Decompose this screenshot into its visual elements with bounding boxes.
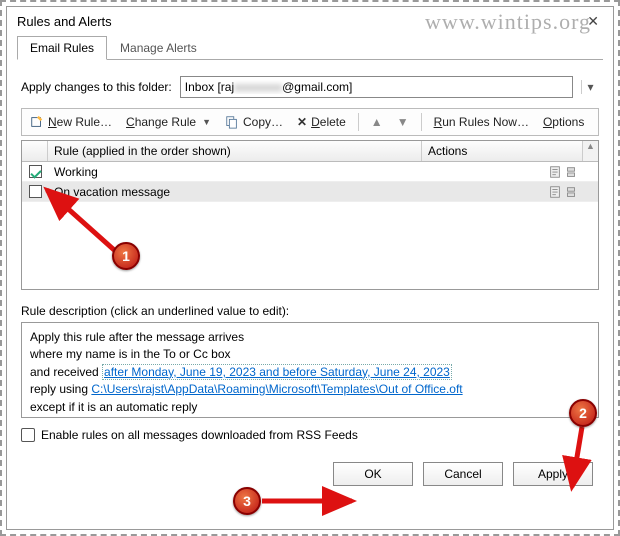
desc-line: and received after Monday, June 19, 2023…: [30, 364, 590, 381]
options-button[interactable]: Options: [541, 113, 586, 131]
rss-label: Enable rules on all messages downloaded …: [41, 428, 358, 442]
move-down-button[interactable]: ▼: [395, 113, 411, 131]
new-rule-icon: [30, 115, 44, 129]
rules-toolbar: New Rule… Change Rule▼ Copy… ✕ Delete ▲ …: [21, 108, 599, 136]
template-path-link[interactable]: C:\Users\rajst\AppData\Roaming\Microsoft…: [91, 382, 462, 396]
change-rule-button[interactable]: Change Rule▼: [124, 113, 213, 131]
table-row[interactable]: Working: [22, 162, 598, 182]
tab-manage-alerts[interactable]: Manage Alerts: [107, 36, 210, 60]
close-button[interactable]: ✕: [583, 13, 603, 30]
date-range-link[interactable]: after Monday, June 19, 2023 and before S…: [102, 364, 452, 380]
tab-strip: Email Rules Manage Alerts: [17, 36, 603, 60]
folder-combo-value: Inbox [rajxxxxxxxx@gmail.com]: [185, 80, 568, 94]
grid-header-rule[interactable]: Rule (applied in the order shown): [48, 141, 422, 161]
run-rules-now-button[interactable]: Run Rules Now…: [432, 113, 531, 131]
delete-button[interactable]: ✕ Delete: [295, 113, 348, 131]
copy-icon: [225, 115, 239, 129]
delete-icon: ✕: [297, 115, 307, 129]
rules-grid: Rule (applied in the order shown) Action…: [21, 140, 599, 290]
folder-combo-dropdown[interactable]: ▾: [581, 80, 599, 94]
rule-description-box: Apply this rule after the message arrive…: [21, 322, 599, 418]
grid-header-actions[interactable]: Actions: [422, 141, 582, 161]
rule-server-icon: [564, 185, 578, 199]
new-rule-button[interactable]: New Rule…: [28, 113, 114, 131]
rule-name: Working: [48, 165, 422, 179]
rule-action-icon: [548, 165, 562, 179]
down-icon: ▼: [397, 115, 409, 129]
rule-description-label: Rule description (click an underlined va…: [21, 304, 599, 318]
copy-button[interactable]: Copy…: [223, 113, 285, 131]
cancel-button[interactable]: Cancel: [423, 462, 503, 486]
grid-scroll-up[interactable]: ▲: [582, 141, 598, 161]
dialog-footer: OK Cancel Apply: [7, 452, 613, 498]
rules-and-alerts-dialog: Rules and Alerts ✕ www.wintips.org Email…: [6, 6, 614, 530]
up-icon: ▲: [371, 115, 383, 129]
apply-folder-label: Apply changes to this folder:: [21, 80, 172, 94]
rule-checkbox[interactable]: [29, 165, 42, 178]
move-up-button[interactable]: ▲: [369, 113, 385, 131]
rule-checkbox[interactable]: [29, 185, 42, 198]
rule-server-icon: [564, 165, 578, 179]
desc-line: reply using C:\Users\rajst\AppData\Roami…: [30, 381, 590, 398]
desc-line: Apply this rule after the message arrive…: [30, 329, 590, 346]
tab-email-rules[interactable]: Email Rules: [17, 36, 107, 60]
desc-line: where my name is in the To or Cc box: [30, 346, 590, 363]
ok-button[interactable]: OK: [333, 462, 413, 486]
table-row[interactable]: On vacation message: [22, 182, 598, 202]
rule-name: On vacation message: [48, 185, 422, 199]
rule-action-icon: [548, 185, 562, 199]
folder-combobox[interactable]: Inbox [rajxxxxxxxx@gmail.com]: [180, 76, 573, 98]
desc-line: except if it is an automatic reply: [30, 399, 590, 416]
apply-button[interactable]: Apply: [513, 462, 593, 486]
dialog-title: Rules and Alerts: [17, 14, 112, 29]
rss-checkbox[interactable]: [21, 428, 35, 442]
